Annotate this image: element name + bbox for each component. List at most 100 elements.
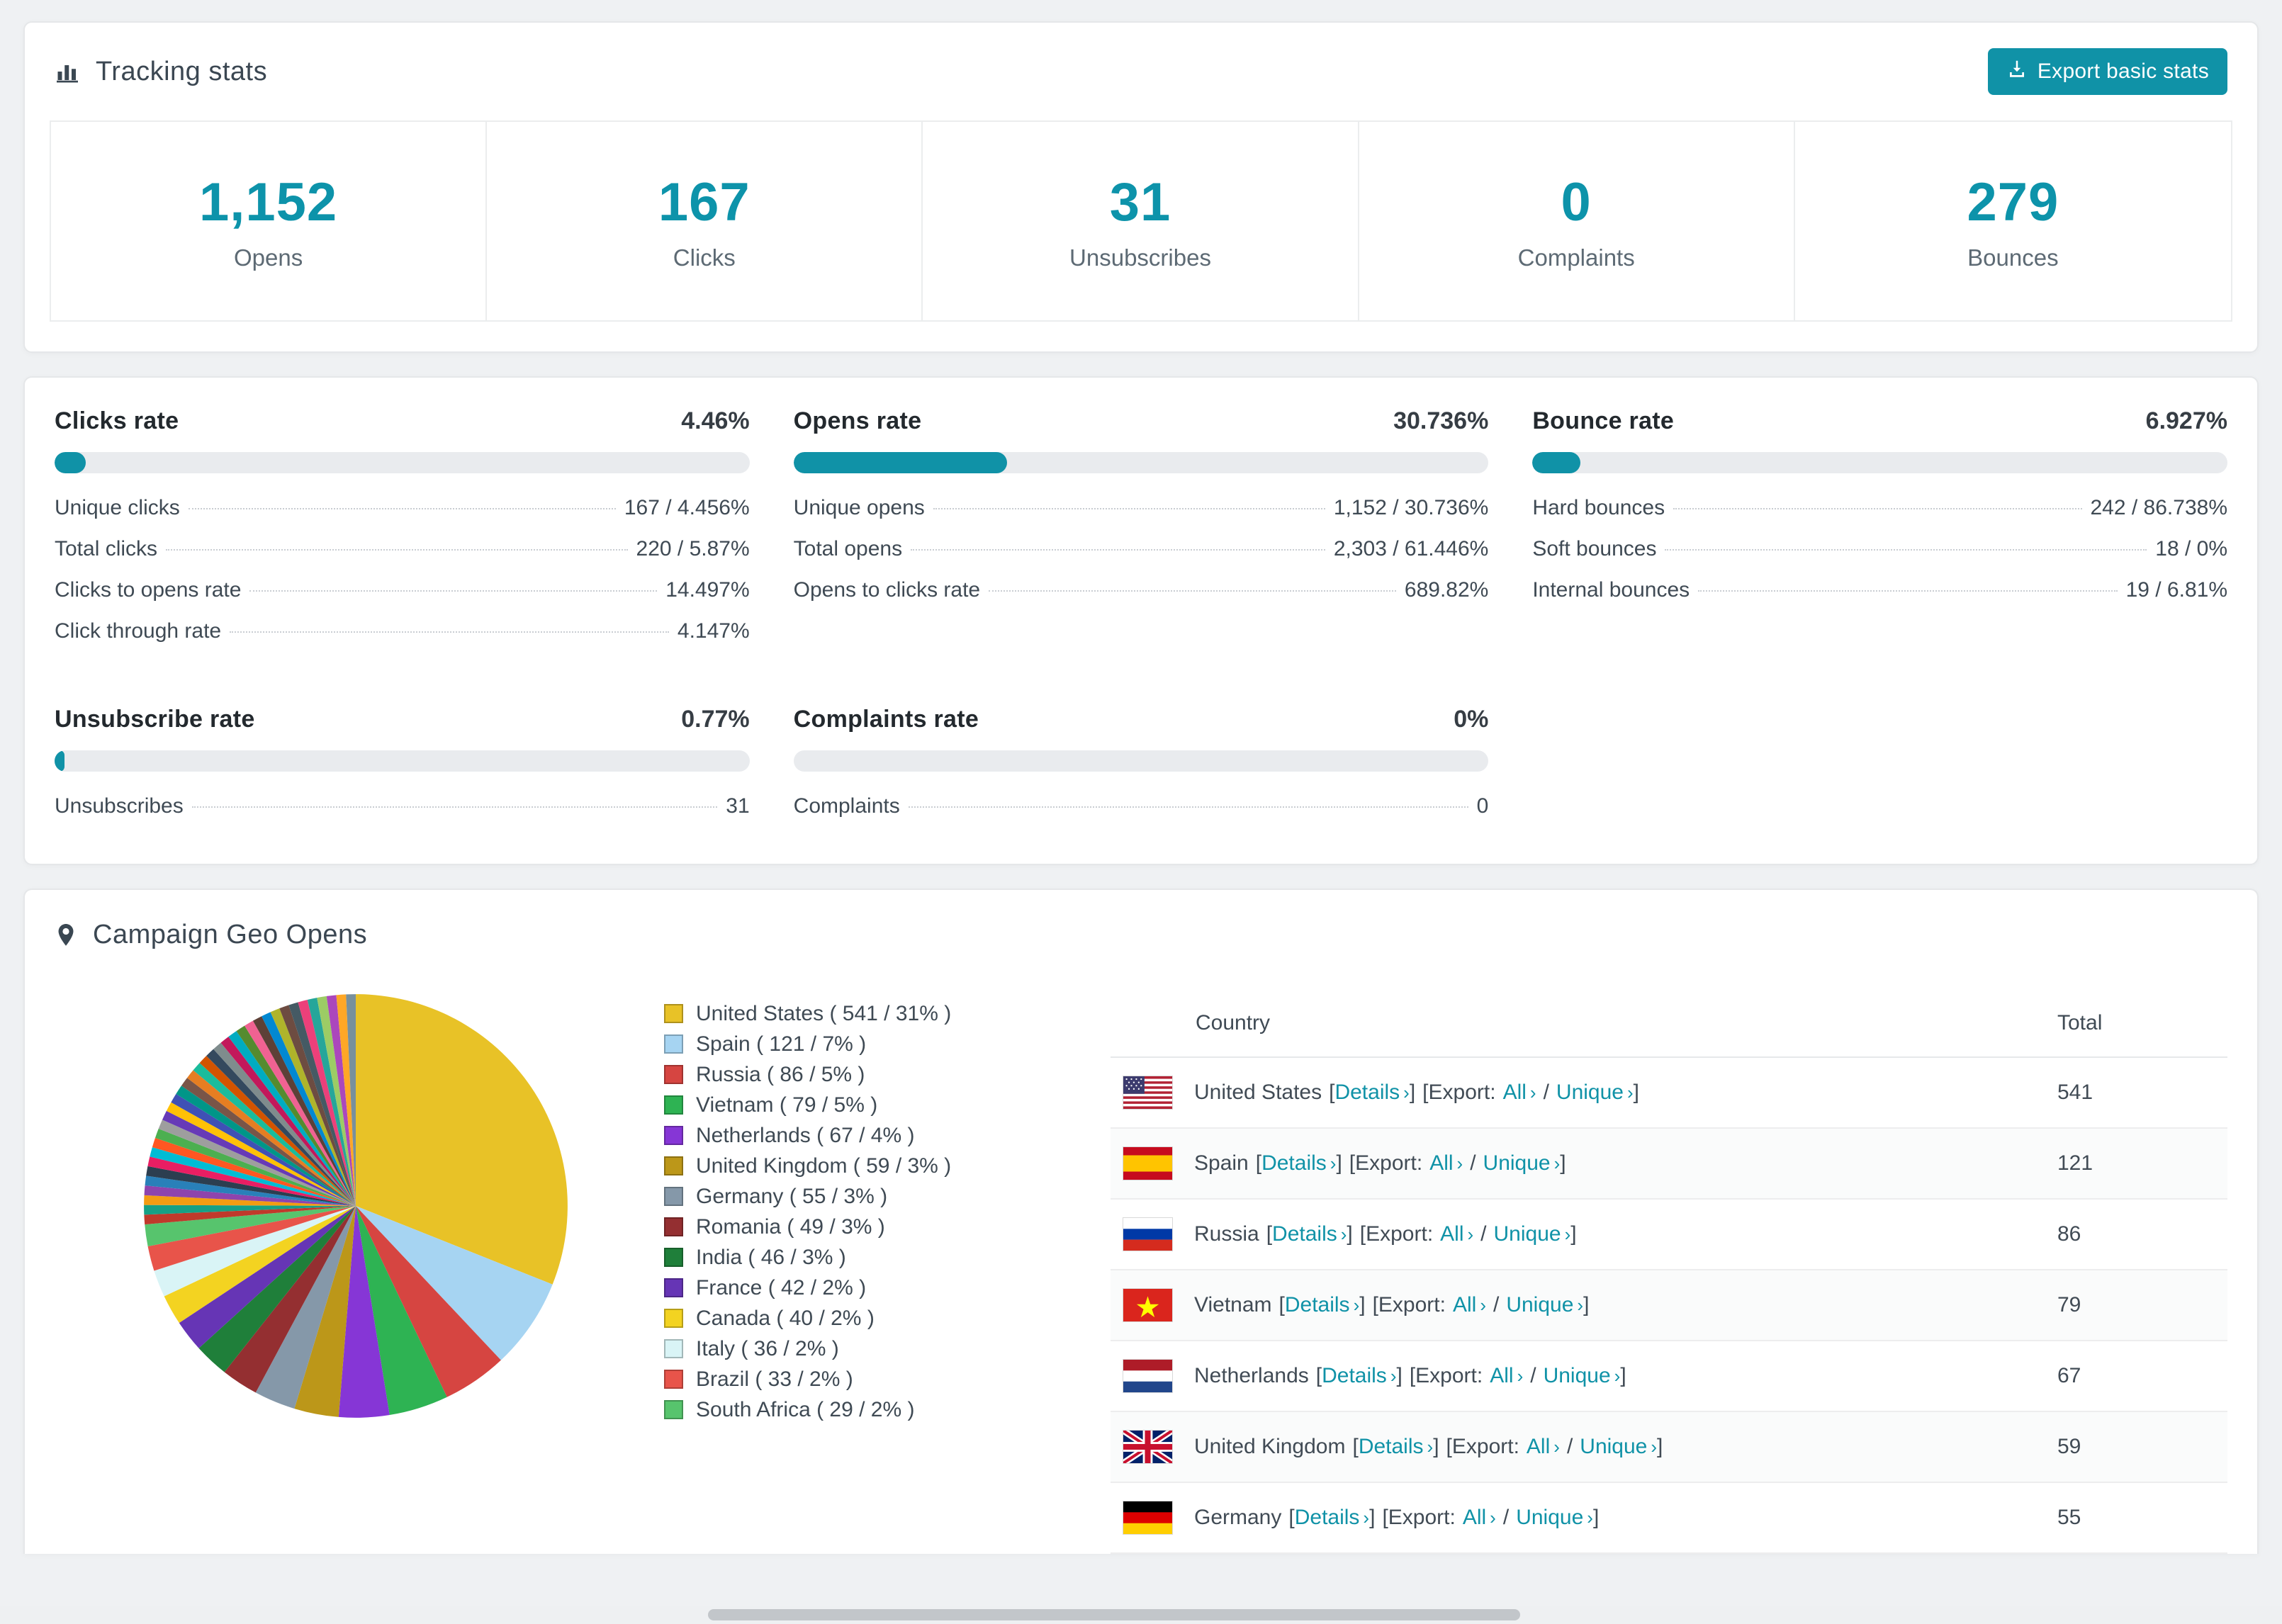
horizontal-scrollbar-thumb[interactable] [708,1609,1520,1620]
flag-russia-icon [1123,1217,1173,1251]
legend-swatch [664,1156,683,1175]
stat-row-value: 2,303 / 61.446% [1333,537,1489,560]
details-link[interactable]: Details › [1322,1364,1396,1388]
dotted-leader [166,549,628,551]
slash-separator: / [1566,1435,1573,1458]
bracket: ] [1620,1364,1626,1387]
stat-row: Unique clicks 167 / 4.456% [55,496,750,537]
geo-legend: United States ( 541 / 31% ) Spain ( 121 … [593,990,1111,1554]
tracking-stats-title-row: Tracking stats [55,57,267,87]
geo-table-row-germany: Germany [Details ›] [Export: All › / Unique ›]… [1111,1483,2227,1554]
export-unique-link[interactable]: Unique › [1580,1435,1657,1459]
country-name: Germany [1194,1506,1282,1529]
flag-united-states-icon [1123,1076,1173,1110]
export-all-link[interactable]: All › [1527,1435,1560,1459]
legend-swatch [664,1339,683,1358]
geo-table-row-vietnam: Vietnam [Details ›] [Export: All › / Unique ›]… [1111,1270,2227,1341]
chevron-right-icon: › [1651,1436,1658,1457]
chevron-right-icon: › [1330,1153,1337,1174]
stat-row-value: 689.82% [1404,578,1489,602]
rate-title: Clicks rate [55,407,179,434]
legend-item: Netherlands ( 67 / 4% ) [664,1120,1111,1151]
bracket: [ [1255,1151,1262,1175]
rate-value: 0% [1454,706,1489,733]
export-all-link[interactable]: All › [1490,1364,1523,1388]
details-link[interactable]: Details › [1334,1081,1409,1105]
flag-united-kingdom-icon [1123,1430,1173,1464]
stat-row: Unique opens 1,152 / 30.736% [794,496,1489,537]
stat-box-clicks: 167 Clicks [487,122,923,320]
chevron-right-icon: › [1587,1507,1593,1528]
legend-item: France ( 42 / 2% ) [664,1273,1111,1303]
legend-swatch [664,1309,683,1328]
bracket: [ [1266,1222,1273,1246]
stat-row-value: 14.497% [665,578,750,602]
export-all-link[interactable]: All › [1463,1506,1496,1530]
legend-swatch [664,1095,683,1115]
map-pin-icon [55,921,77,949]
legend-label: Vietnam ( 79 / 5% ) [696,1093,878,1117]
export-unique-link[interactable]: Unique › [1556,1081,1634,1105]
bracket: ] [1369,1506,1376,1529]
details-link[interactable]: Details › [1359,1435,1433,1459]
dotted-leader [911,549,1325,551]
chevron-right-icon: › [1490,1507,1496,1528]
chevron-right-icon: › [1403,1082,1410,1103]
export-all-link[interactable]: All › [1453,1293,1486,1317]
details-link[interactable]: Details › [1272,1222,1347,1246]
geo-table-row-netherlands: Netherlands [Details ›] [Export: All › / Uniq… [1111,1341,2227,1412]
bracket: [ [1382,1506,1388,1529]
country-total: 59 [2057,1435,2081,1458]
horizontal-scrollbar-track[interactable] [0,1606,2282,1624]
progress-fill [1532,452,1581,473]
legend-swatch [664,1370,683,1389]
stat-row-value: 1,152 / 30.736% [1333,496,1489,519]
export-unique-link[interactable]: Unique › [1483,1151,1561,1175]
export-unique-link[interactable]: Unique › [1494,1222,1571,1246]
slash-separator: / [1470,1151,1476,1175]
legend-item: India ( 46 / 3% ) [664,1242,1111,1273]
slash-separator: / [1543,1081,1549,1104]
progress-fill [793,452,1008,473]
country-total: 121 [2057,1151,2093,1175]
dotted-leader [1673,508,2082,509]
legend-label: Italy ( 36 / 2% ) [696,1336,839,1360]
stat-value: 279 [1967,171,2059,232]
rates-card: Clicks rate 4.46% Unique clicks 167 / 4.4… [23,376,2259,865]
chevron-right-icon: › [1390,1365,1397,1387]
dotted-leader [989,590,1396,592]
bracket: [ [1288,1506,1295,1529]
export-all-link[interactable]: All › [1429,1151,1463,1175]
bracket: ] [1583,1293,1590,1316]
stat-row-label: Soft bounces [1532,537,1657,560]
bracket: ] [1592,1506,1600,1529]
geo-title-row: Campaign Geo Opens [55,920,2227,950]
stat-row-label: Opens to clicks rate [793,578,981,602]
country-name: Spain [1194,1151,1249,1175]
export-label: Export: [1428,1081,1496,1104]
export-all-link[interactable]: All › [1440,1222,1473,1246]
export-unique-link[interactable]: Unique › [1516,1506,1593,1530]
stat-row: Complaints 0 [794,794,1489,835]
details-link[interactable]: Details › [1261,1151,1336,1175]
chevron-right-icon: › [1627,1082,1634,1103]
stat-label: Opens [233,244,303,271]
export-unique-link[interactable]: Unique › [1544,1364,1621,1388]
export-label: Export: [1451,1435,1519,1458]
export-all-link[interactable]: All › [1503,1081,1536,1105]
export-basic-stats-button[interactable]: Export basic stats [1987,48,2227,95]
geo-table-row-united-states: United States [Details ›] [Export: All › / Un… [1111,1058,2227,1129]
export-unique-link[interactable]: Unique › [1506,1293,1583,1317]
legend-swatch [664,1187,683,1206]
details-link[interactable]: Details › [1295,1506,1369,1530]
legend-swatch [664,1034,683,1054]
bracket: [ [1329,1081,1335,1104]
export-icon [2006,58,2028,85]
clicks-rate-section: Clicks rate 4.46% Unique clicks 167 / 4.4… [55,407,750,660]
stat-box-opens: 1,152 Opens [51,122,488,320]
stat-row: Click through rate 4.147% [55,619,750,660]
chevron-right-icon: › [1456,1153,1463,1174]
details-link[interactable]: Details › [1285,1293,1359,1317]
flag-spain-icon [1123,1146,1173,1180]
bracket: ] [1657,1435,1663,1458]
